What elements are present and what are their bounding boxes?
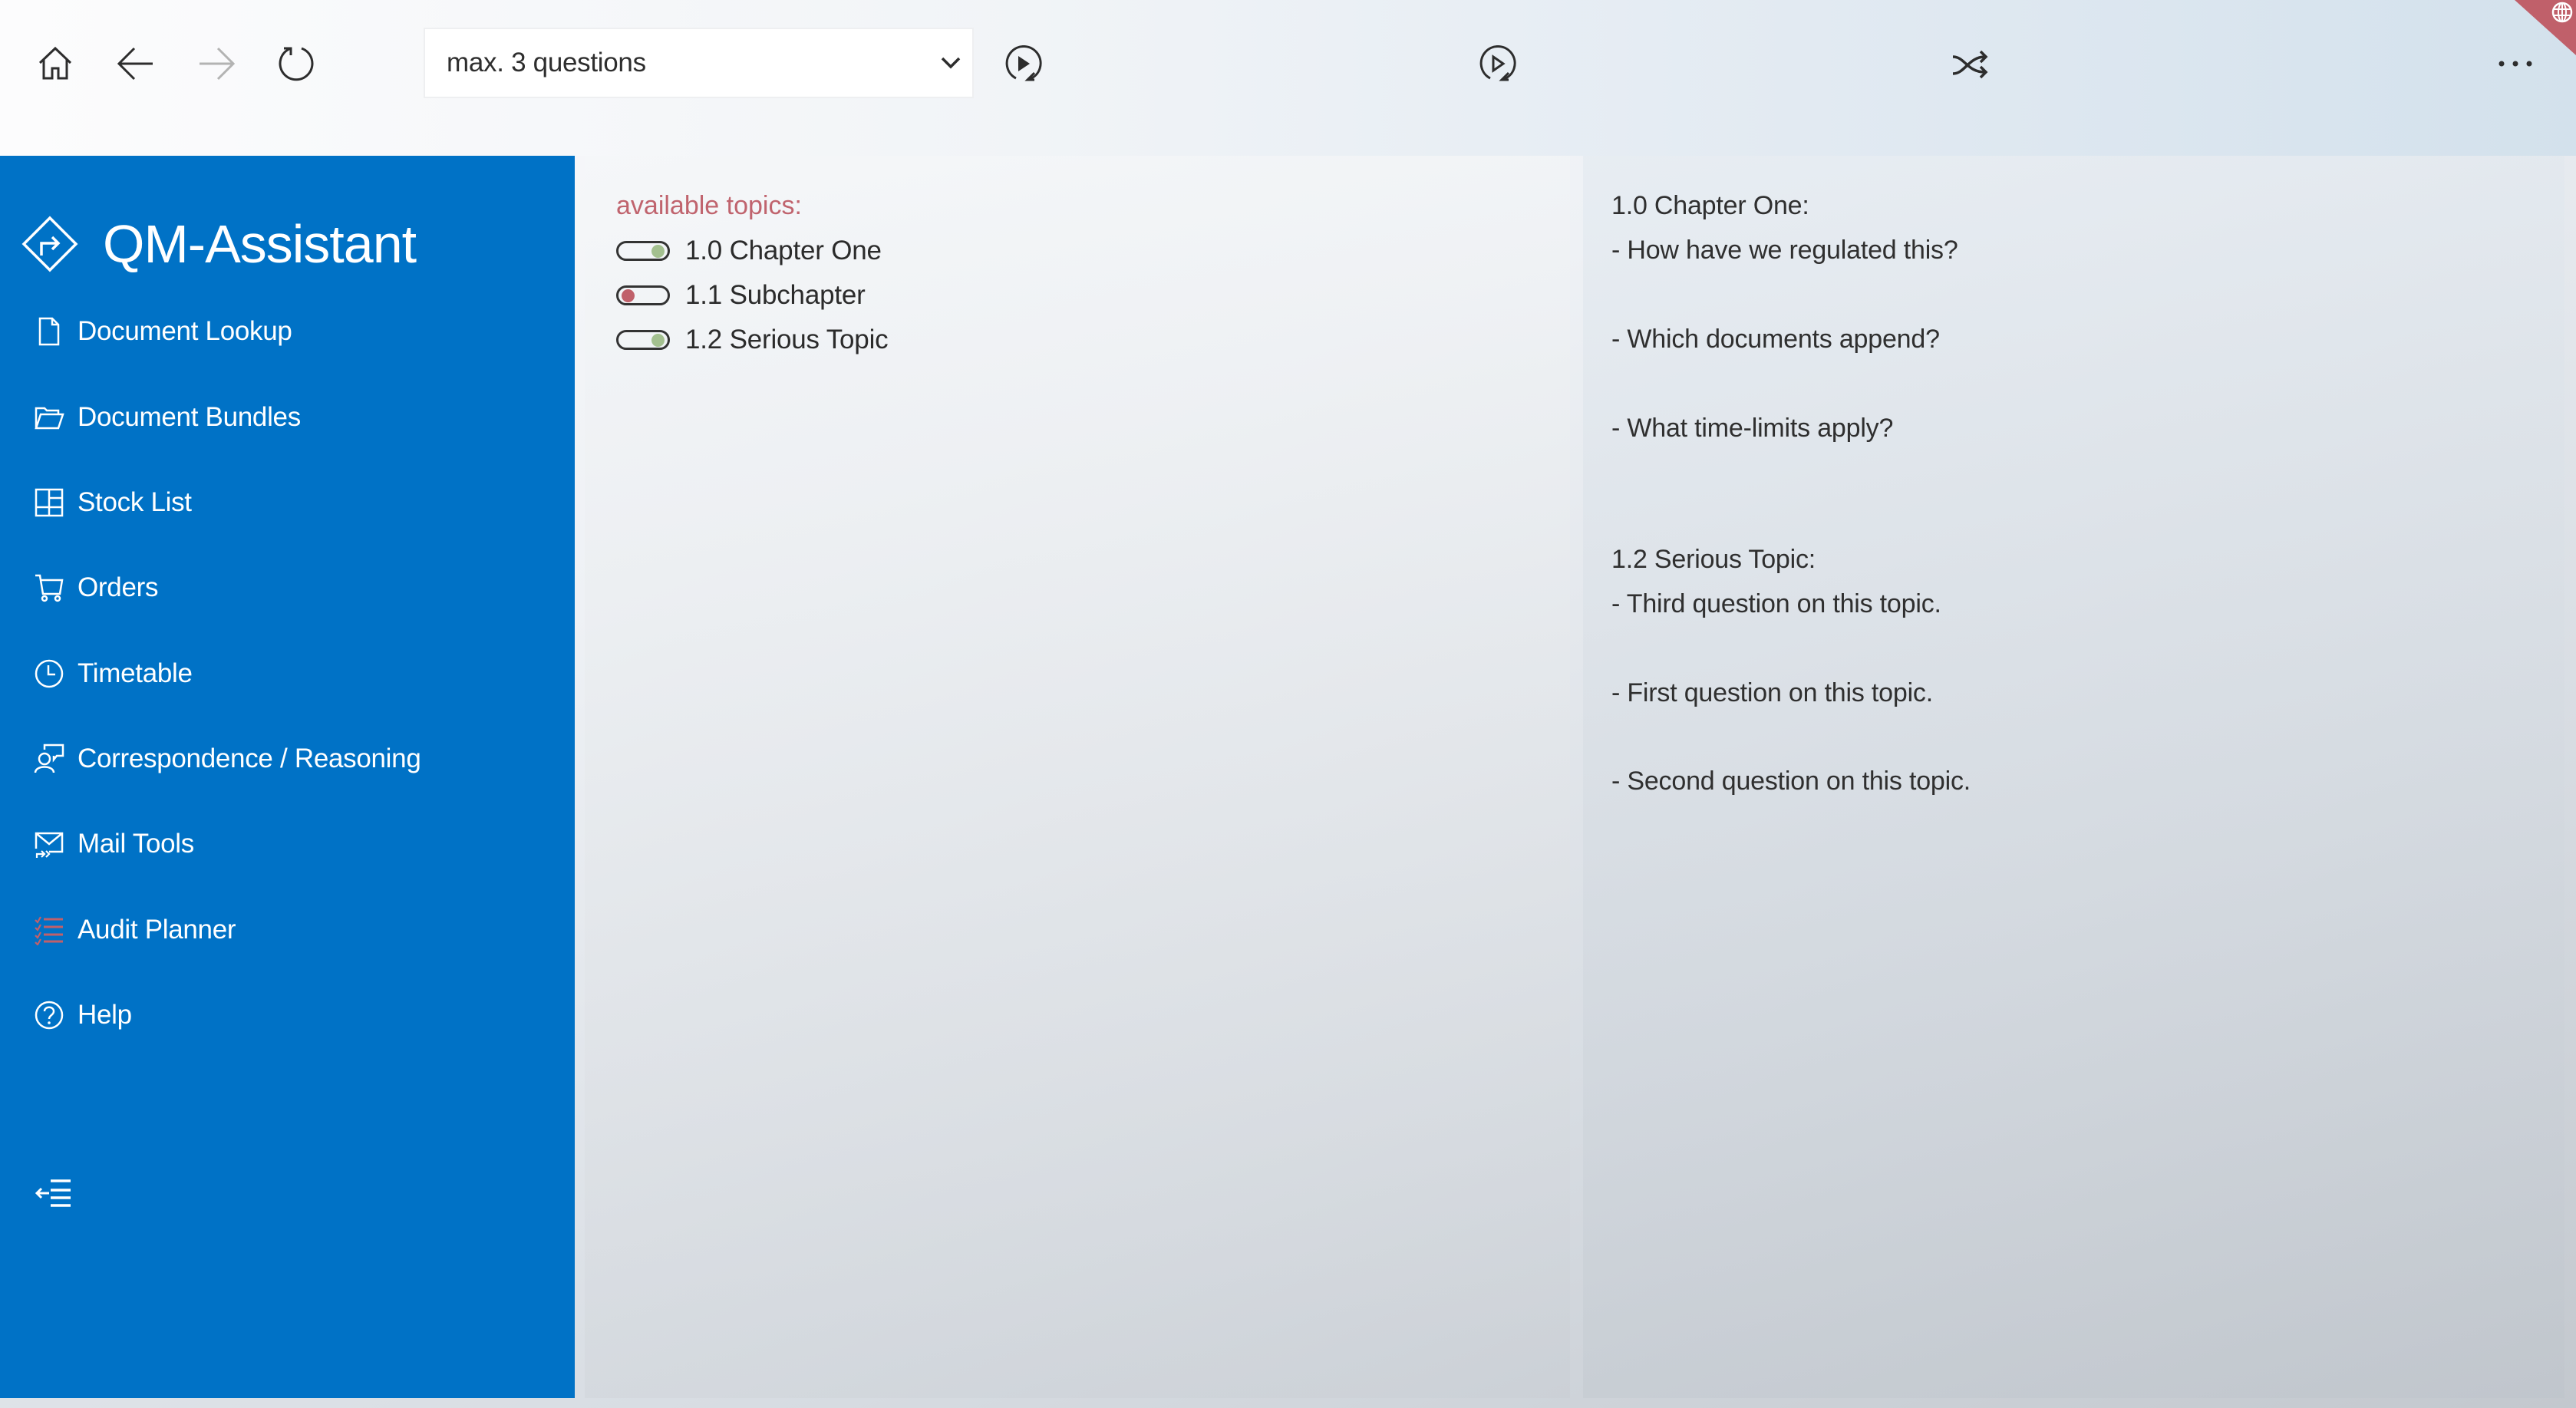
toolbar [0,0,2576,156]
question-limit-value: max. 3 questions [447,48,646,77]
sidebar-item-orders[interactable]: Orders [34,565,158,611]
shuffle-button[interactable] [1951,48,1990,81]
arrow-right-icon [200,47,235,81]
sidebar-item-label: Stock List [78,487,192,517]
toggle-knob [651,245,665,258]
more-ellipsis-icon [2498,61,2532,67]
topic-item[interactable]: 1.0 Chapter One [616,233,882,269]
topics-panel: available topics: 1.0 Chapter One 1.1 Su… [585,156,1570,1398]
topic-label: 1.1 Subchapter [685,280,866,310]
sidebar-item-document-bundles[interactable]: Document Bundles [34,394,301,440]
app-title: QM-Assistant [103,214,417,274]
play-repeat-outline-button[interactable] [1478,45,1516,84]
sidebar-item-mail-tools[interactable]: Mail Tools [34,821,194,867]
play-repeat-outline-icon [1479,45,1516,81]
question-section-heading: 1.0 Chapter One: [1611,191,1809,220]
sidebar-item-label: Timetable [78,658,193,688]
chevron-down-icon [941,57,961,69]
checklist-icon [35,916,63,945]
globe-icon [2515,0,2576,55]
sidebar-item-document-lookup[interactable]: Document Lookup [34,308,292,354]
sidebar-item-label: Document Bundles [78,402,301,432]
shuffle-icon [1952,50,1988,79]
home-icon [38,46,72,80]
question-item: - What time-limits apply? [1611,414,1894,443]
play-repeat-filled-icon [1005,45,1042,81]
more-button[interactable] [2495,54,2535,74]
topic-label: 1.2 Serious Topic [685,325,889,354]
clock-icon [35,659,64,688]
sidebar-item-stock-list[interactable]: Stock List [34,480,192,526]
topic-toggle[interactable] [616,285,670,305]
collapse-menu-icon [35,1179,71,1207]
person-chat-icon [34,744,64,773]
grid-icon [35,488,64,517]
sidebar-item-label: Document Lookup [78,316,292,346]
topic-item[interactable]: 1.2 Serious Topic [616,322,889,358]
toggle-knob [651,334,665,347]
sidebar-item-correspondence-reasoning[interactable]: Correspondence / Reasoning [34,736,421,782]
sidebar-item-label: Audit Planner [78,915,236,945]
questions-panel: 1.0 Chapter One: - How have we regulated… [1583,156,2564,1398]
play-repeat-button[interactable] [1004,45,1042,84]
collapse-sidebar-button[interactable] [35,1176,74,1207]
directions-diamond-icon [21,216,78,272]
sidebar-item-label: Help [78,1000,132,1030]
sidebar-item-label: Orders [78,572,159,602]
forward-button[interactable] [198,45,235,82]
question-item: - Second question on this topic. [1611,767,1971,796]
topics-label: available topics: [616,191,802,220]
mail-forward-icon [35,832,64,858]
folder-open-icon [35,407,64,430]
cart-icon [35,574,64,602]
topic-toggle[interactable] [616,330,670,350]
question-item: - How have we regulated this? [1611,236,1958,265]
question-item: - First question on this topic. [1611,678,1933,707]
home-button[interactable] [37,45,74,82]
sidebar-item-audit-planner[interactable]: Audit Planner [34,907,236,953]
question-limit-select[interactable]: max. 3 questions [424,28,974,98]
sidebar-item-label: Mail Tools [78,829,194,859]
app-brand: QM-Assistant [21,214,417,274]
refresh-icon [279,47,314,81]
topic-label: 1.0 Chapter One [685,236,882,265]
arrow-left-icon [117,47,153,81]
language-corner-badge[interactable] [2515,0,2576,55]
topic-item[interactable]: 1.1 Subchapter [616,278,866,313]
sidebar-item-timetable[interactable]: Timetable [34,651,193,697]
sidebar: QM-Assistant Document Lookup Document Bu… [0,156,575,1398]
sidebar-item-label: Correspondence / Reasoning [78,744,421,773]
question-item: - Which documents append? [1611,325,1940,354]
refresh-button[interactable] [278,45,315,82]
help-icon [35,1001,64,1030]
question-item: - Third question on this topic. [1611,589,1941,618]
sidebar-item-help[interactable]: Help [34,992,132,1038]
toggle-knob [622,289,635,302]
question-section-heading: 1.2 Serious Topic: [1611,545,1816,574]
topic-toggle[interactable] [616,241,670,261]
back-button[interactable] [117,45,154,82]
document-icon [38,317,60,346]
